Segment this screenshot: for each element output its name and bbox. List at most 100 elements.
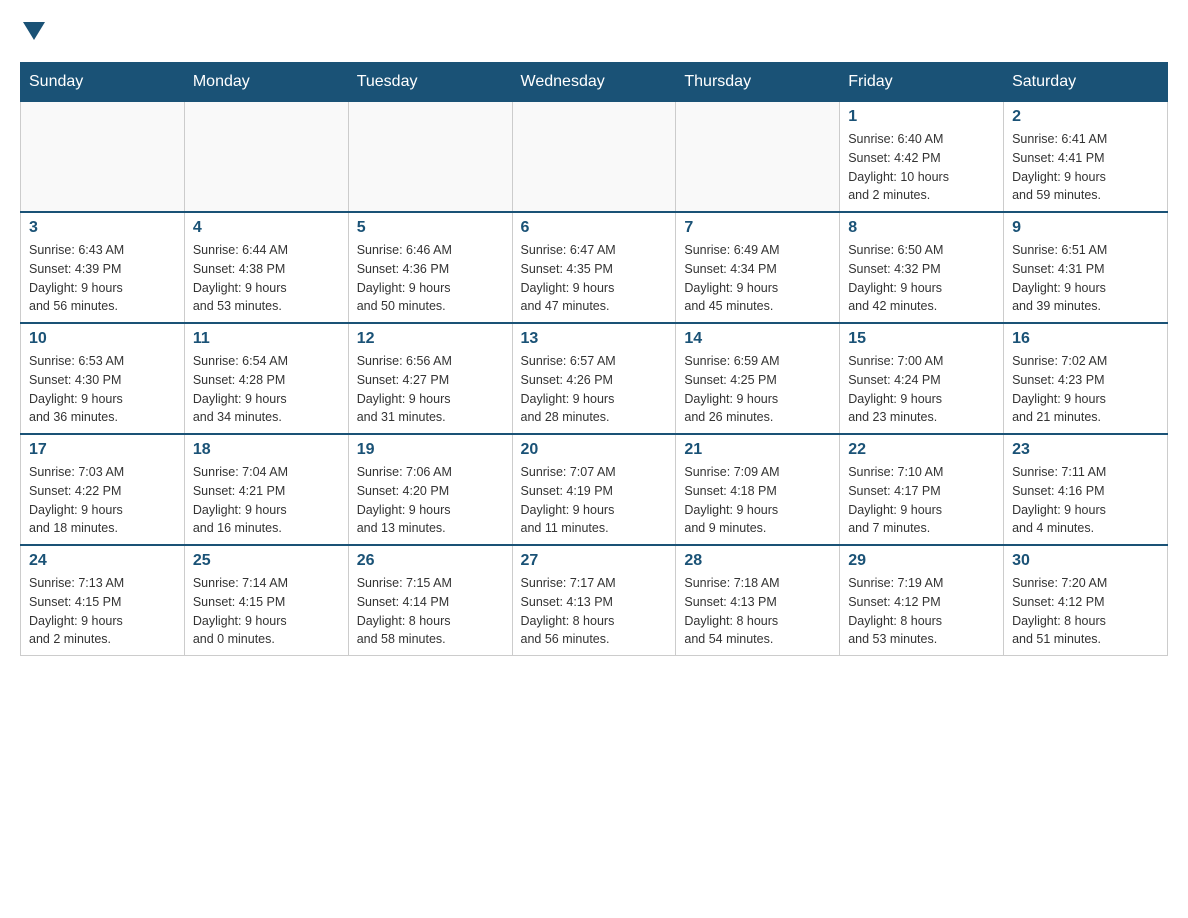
day-info: Sunrise: 6:56 AMSunset: 4:27 PMDaylight:… <box>357 352 504 427</box>
day-number: 1 <box>848 108 995 126</box>
calendar-day-cell: 25Sunrise: 7:14 AMSunset: 4:15 PMDayligh… <box>184 545 348 656</box>
calendar-day-cell: 2Sunrise: 6:41 AMSunset: 4:41 PMDaylight… <box>1004 102 1168 213</box>
day-info: Sunrise: 7:13 AMSunset: 4:15 PMDaylight:… <box>29 574 176 649</box>
day-number: 29 <box>848 552 995 570</box>
weekday-header-thursday: Thursday <box>676 63 840 102</box>
day-number: 24 <box>29 552 176 570</box>
day-number: 22 <box>848 441 995 459</box>
day-number: 28 <box>684 552 831 570</box>
calendar-day-cell: 24 Sunrise: 7:13 AMSunset: 4:15 PMDayligh… <box>21 545 185 656</box>
day-number: 8 <box>848 219 995 237</box>
day-number: 11 <box>193 330 340 348</box>
day-number: 7 <box>684 219 831 237</box>
calendar-day-cell: 15Sunrise: 7:00 AMSunset: 4:24 PMDayligh… <box>840 323 1004 434</box>
weekday-header-tuesday: Tuesday <box>348 63 512 102</box>
day-info: Sunrise: 6:41 AMSunset: 4:41 PMDaylight:… <box>1012 130 1159 205</box>
calendar-day-cell: 5 Sunrise: 6:46 AMSunset: 4:36 PMDaylight… <box>348 212 512 323</box>
weekday-header-friday: Friday <box>840 63 1004 102</box>
day-info: Sunrise: 7:02 AMSunset: 4:23 PMDaylight:… <box>1012 352 1159 427</box>
day-info: Sunrise: 6:53 AMSunset: 4:30 PMDaylight:… <box>29 352 176 427</box>
weekday-header-monday: Monday <box>184 63 348 102</box>
calendar-day-cell: 1 Sunrise: 6:40 AMSunset: 4:42 PMDaylight… <box>840 102 1004 213</box>
calendar-day-cell: 30 Sunrise: 7:20 AMSunset: 4:12 PMDayligh… <box>1004 545 1168 656</box>
calendar-day-cell <box>348 102 512 213</box>
weekday-header-row: SundayMondayTuesdayWednesdayThursdayFrid… <box>21 63 1168 102</box>
calendar-day-cell: 27 Sunrise: 7:17 AMSunset: 4:13 PMDayligh… <box>512 545 676 656</box>
calendar-day-cell <box>184 102 348 213</box>
day-info: Sunrise: 6:59 AMSunset: 4:25 PMDaylight:… <box>684 352 831 427</box>
calendar-day-cell: 21Sunrise: 7:09 AMSunset: 4:18 PMDayligh… <box>676 434 840 545</box>
day-info: Sunrise: 6:44 AMSunset: 4:38 PMDaylight:… <box>193 241 340 316</box>
calendar-day-cell: 11 Sunrise: 6:54 AMSunset: 4:28 PMDayligh… <box>184 323 348 434</box>
day-info: Sunrise: 6:49 AMSunset: 4:34 PMDaylight:… <box>684 241 831 316</box>
calendar-day-cell: 8 Sunrise: 6:50 AMSunset: 4:32 PMDaylight… <box>840 212 1004 323</box>
calendar-day-cell: 10 Sunrise: 6:53 AMSunset: 4:30 PMDayligh… <box>21 323 185 434</box>
day-number: 4 <box>193 219 340 237</box>
calendar-day-cell: 23Sunrise: 7:11 AMSunset: 4:16 PMDayligh… <box>1004 434 1168 545</box>
day-info: Sunrise: 6:47 AMSunset: 4:35 PMDaylight:… <box>521 241 668 316</box>
calendar-day-cell <box>21 102 185 213</box>
day-number: 5 <box>357 219 504 237</box>
day-info: Sunrise: 7:10 AMSunset: 4:17 PMDaylight:… <box>848 463 995 538</box>
day-number: 9 <box>1012 219 1159 237</box>
calendar-day-cell: 4 Sunrise: 6:44 AMSunset: 4:38 PMDaylight… <box>184 212 348 323</box>
calendar-table: SundayMondayTuesdayWednesdayThursdayFrid… <box>20 62 1168 656</box>
calendar-day-cell: 20 Sunrise: 7:07 AMSunset: 4:19 PMDayligh… <box>512 434 676 545</box>
calendar-day-cell <box>512 102 676 213</box>
logo-arrow-icon <box>23 22 45 42</box>
day-number: 12 <box>357 330 504 348</box>
logo <box>20 20 45 42</box>
calendar-day-cell: 17Sunrise: 7:03 AMSunset: 4:22 PMDayligh… <box>21 434 185 545</box>
day-number: 6 <box>521 219 668 237</box>
day-info: Sunrise: 7:18 AMSunset: 4:13 PMDaylight:… <box>684 574 831 649</box>
weekday-header-wednesday: Wednesday <box>512 63 676 102</box>
day-info: Sunrise: 7:11 AMSunset: 4:16 PMDaylight:… <box>1012 463 1159 538</box>
day-info: Sunrise: 6:54 AMSunset: 4:28 PMDaylight:… <box>193 352 340 427</box>
day-info: Sunrise: 6:50 AMSunset: 4:32 PMDaylight:… <box>848 241 995 316</box>
calendar-day-cell: 19 Sunrise: 7:06 AMSunset: 4:20 PMDayligh… <box>348 434 512 545</box>
calendar-day-cell: 28 Sunrise: 7:18 AMSunset: 4:13 PMDayligh… <box>676 545 840 656</box>
calendar-week-row: 1 Sunrise: 6:40 AMSunset: 4:42 PMDaylight… <box>21 102 1168 213</box>
calendar-day-cell: 18 Sunrise: 7:04 AMSunset: 4:21 PMDayligh… <box>184 434 348 545</box>
day-number: 18 <box>193 441 340 459</box>
day-number: 3 <box>29 219 176 237</box>
calendar-day-cell: 3 Sunrise: 6:43 AMSunset: 4:39 PMDaylight… <box>21 212 185 323</box>
calendar-day-cell: 26Sunrise: 7:15 AMSunset: 4:14 PMDayligh… <box>348 545 512 656</box>
day-number: 16 <box>1012 330 1159 348</box>
calendar-week-row: 17Sunrise: 7:03 AMSunset: 4:22 PMDayligh… <box>21 434 1168 545</box>
day-info: Sunrise: 6:51 AMSunset: 4:31 PMDaylight:… <box>1012 241 1159 316</box>
day-number: 20 <box>521 441 668 459</box>
day-number: 10 <box>29 330 176 348</box>
day-info: Sunrise: 6:40 AMSunset: 4:42 PMDaylight:… <box>848 130 995 205</box>
day-number: 27 <box>521 552 668 570</box>
day-info: Sunrise: 7:19 AMSunset: 4:12 PMDaylight:… <box>848 574 995 649</box>
calendar-week-row: 10 Sunrise: 6:53 AMSunset: 4:30 PMDayligh… <box>21 323 1168 434</box>
page-header <box>20 20 1168 42</box>
calendar-day-cell <box>676 102 840 213</box>
day-info: Sunrise: 7:07 AMSunset: 4:19 PMDaylight:… <box>521 463 668 538</box>
day-info: Sunrise: 7:04 AMSunset: 4:21 PMDaylight:… <box>193 463 340 538</box>
calendar-week-row: 3 Sunrise: 6:43 AMSunset: 4:39 PMDaylight… <box>21 212 1168 323</box>
day-number: 26 <box>357 552 504 570</box>
day-info: Sunrise: 6:43 AMSunset: 4:39 PMDaylight:… <box>29 241 176 316</box>
weekday-header-saturday: Saturday <box>1004 63 1168 102</box>
day-info: Sunrise: 7:20 AMSunset: 4:12 PMDaylight:… <box>1012 574 1159 649</box>
calendar-day-cell: 29 Sunrise: 7:19 AMSunset: 4:12 PMDayligh… <box>840 545 1004 656</box>
day-number: 13 <box>521 330 668 348</box>
calendar-day-cell: 14 Sunrise: 6:59 AMSunset: 4:25 PMDayligh… <box>676 323 840 434</box>
day-info: Sunrise: 7:03 AMSunset: 4:22 PMDaylight:… <box>29 463 176 538</box>
calendar-day-cell: 12 Sunrise: 6:56 AMSunset: 4:27 PMDayligh… <box>348 323 512 434</box>
day-number: 21 <box>684 441 831 459</box>
day-info: Sunrise: 6:46 AMSunset: 4:36 PMDaylight:… <box>357 241 504 316</box>
day-info: Sunrise: 7:06 AMSunset: 4:20 PMDaylight:… <box>357 463 504 538</box>
day-number: 30 <box>1012 552 1159 570</box>
calendar-day-cell: 7 Sunrise: 6:49 AMSunset: 4:34 PMDaylight… <box>676 212 840 323</box>
day-number: 15 <box>848 330 995 348</box>
day-number: 19 <box>357 441 504 459</box>
calendar-day-cell: 6 Sunrise: 6:47 AMSunset: 4:35 PMDaylight… <box>512 212 676 323</box>
day-number: 14 <box>684 330 831 348</box>
calendar-day-cell: 16 Sunrise: 7:02 AMSunset: 4:23 PMDayligh… <box>1004 323 1168 434</box>
calendar-day-cell: 9 Sunrise: 6:51 AMSunset: 4:31 PMDaylight… <box>1004 212 1168 323</box>
day-info: Sunrise: 7:17 AMSunset: 4:13 PMDaylight:… <box>521 574 668 649</box>
day-number: 25 <box>193 552 340 570</box>
